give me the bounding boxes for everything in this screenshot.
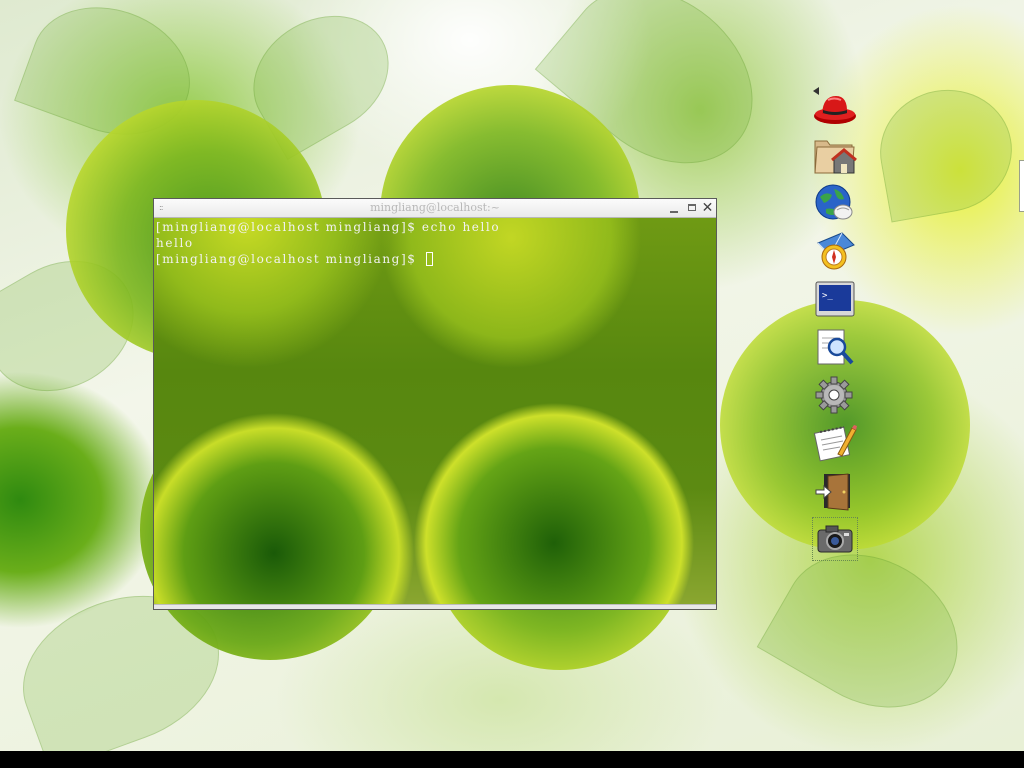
web-browser-icon[interactable] — [812, 181, 858, 225]
wallpaper-leaf — [756, 524, 986, 738]
terminal-output[interactable]: [mingliang@localhost mingliang]$ echo he… — [154, 218, 716, 604]
terminal-prompt-line: [mingliang@localhost mingliang]$ — [156, 251, 433, 267]
settings-gear-icon[interactable] — [812, 374, 858, 418]
logout-door-icon[interactable] — [812, 470, 858, 514]
redhat-menu-icon[interactable] — [812, 86, 858, 130]
evolution-mail-icon[interactable] — [812, 229, 858, 273]
home-folder-icon[interactable] — [812, 133, 858, 177]
terminal-prompt: [mingliang@localhost mingliang]$ — [156, 252, 422, 266]
terminal-line: hello — [156, 236, 194, 250]
wallpaper-leaf — [870, 79, 1022, 223]
terminal-window[interactable]: :: mingliang@localhost:~ ✕ [mingliang@lo… — [153, 198, 717, 610]
svg-text:>_: >_ — [822, 291, 833, 301]
maximize-button[interactable] — [685, 201, 700, 215]
terminal-line: [mingliang@localhost mingliang]$ echo he… — [156, 220, 501, 234]
minimize-button[interactable] — [667, 201, 682, 215]
search-files-icon[interactable] — [812, 326, 858, 370]
text-cursor — [425, 252, 433, 266]
screenshot-camera-icon[interactable] — [812, 517, 858, 561]
bottom-panel[interactable] — [0, 751, 1024, 768]
text-editor-icon[interactable] — [812, 420, 858, 464]
window-title: mingliang@localhost:~ — [370, 201, 500, 214]
window-bottom-border — [154, 604, 716, 609]
close-button[interactable]: ✕ — [700, 201, 715, 215]
terminal-icon[interactable]: >_ — [812, 278, 858, 322]
window-titlebar[interactable]: :: mingliang@localhost:~ ✕ — [154, 199, 716, 218]
panel-edge-handle[interactable] — [1019, 160, 1024, 212]
